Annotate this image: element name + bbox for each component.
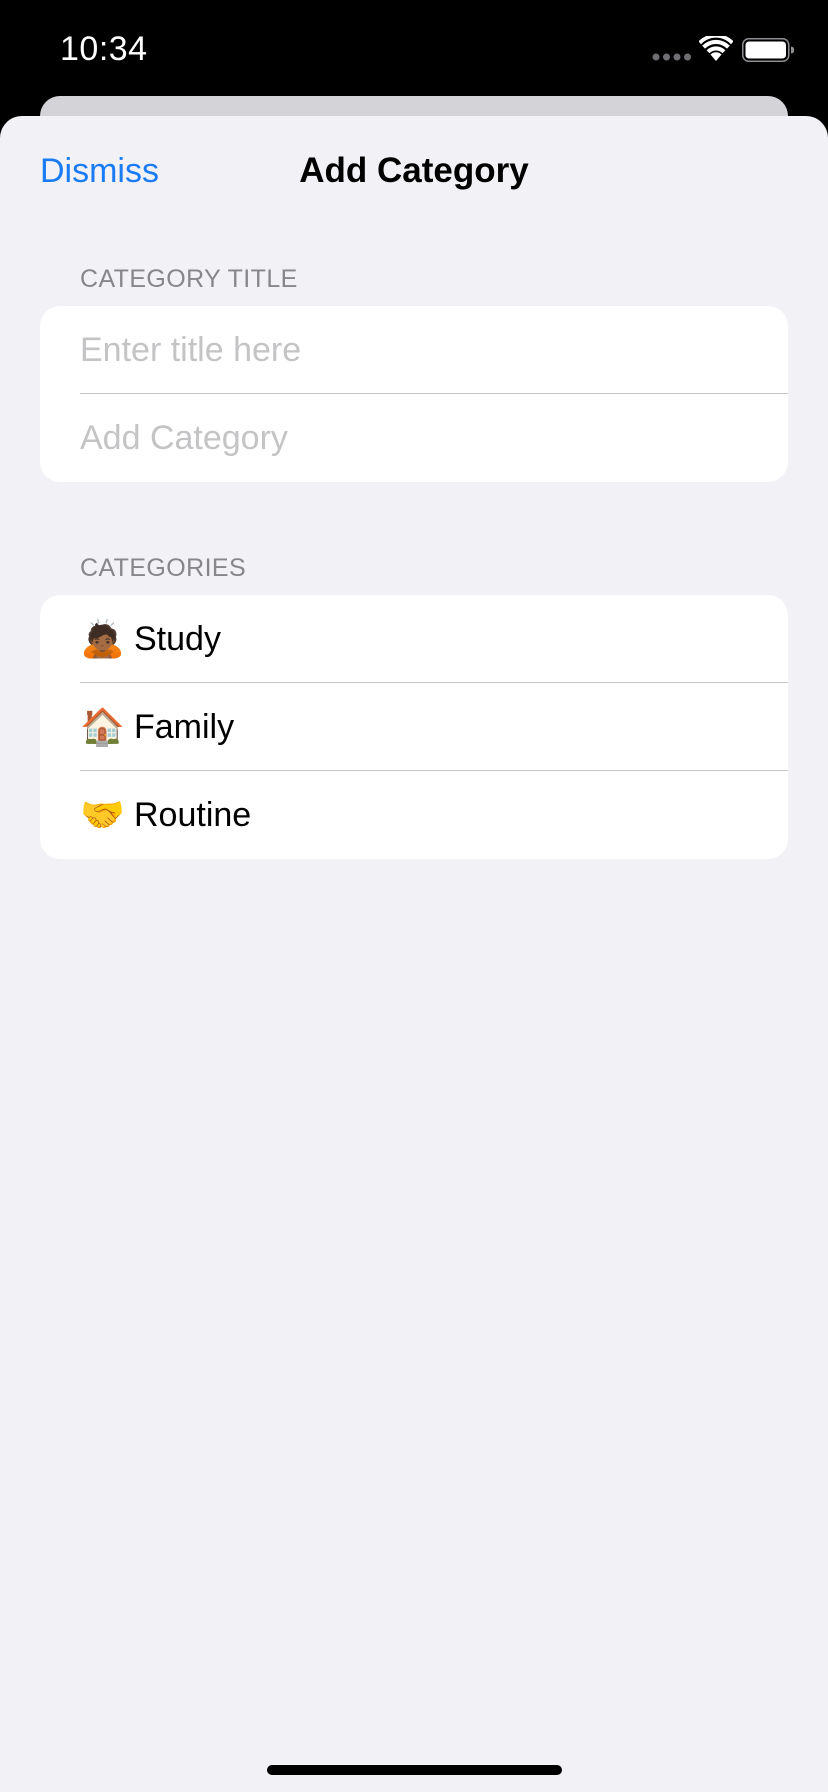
category-label: Routine (134, 795, 252, 834)
categories-list: 🙇🏾 Study 🏠 Family 🤝 Routine (40, 595, 788, 859)
status-bar: 10:34 (0, 0, 828, 96)
home-indicator[interactable] (267, 1765, 562, 1775)
add-category-sheet: Dismiss Add Category CATEGORY TITLE Add … (0, 116, 828, 1792)
person-bowing-emoji-icon: 🙇🏾 (80, 618, 125, 659)
add-category-row[interactable]: Add Category (40, 394, 788, 482)
house-emoji-icon: 🏠 (80, 706, 125, 747)
page-title: Add Category (299, 151, 529, 190)
handshake-emoji-icon: 🤝 (80, 794, 125, 835)
battery-icon (742, 38, 794, 62)
cellular-signal-icon (652, 53, 691, 61)
category-item-routine[interactable]: 🤝 Routine (40, 771, 788, 859)
categories-section-header: CATEGORIES (80, 554, 247, 582)
category-title-input[interactable] (80, 330, 740, 370)
category-title-section-header: CATEGORY TITLE (80, 265, 298, 293)
add-category-button[interactable]: Add Category (80, 419, 288, 458)
category-label: Family (134, 707, 235, 746)
category-item-family[interactable]: 🏠 Family (40, 683, 788, 771)
status-time: 10:34 (60, 30, 148, 68)
navigation-bar: Dismiss Add Category (0, 116, 828, 226)
wifi-icon (699, 36, 733, 61)
category-title-group: Add Category (40, 306, 788, 482)
category-item-study[interactable]: 🙇🏾 Study (40, 595, 788, 683)
category-label: Study (134, 619, 221, 658)
title-input-row (40, 306, 788, 394)
